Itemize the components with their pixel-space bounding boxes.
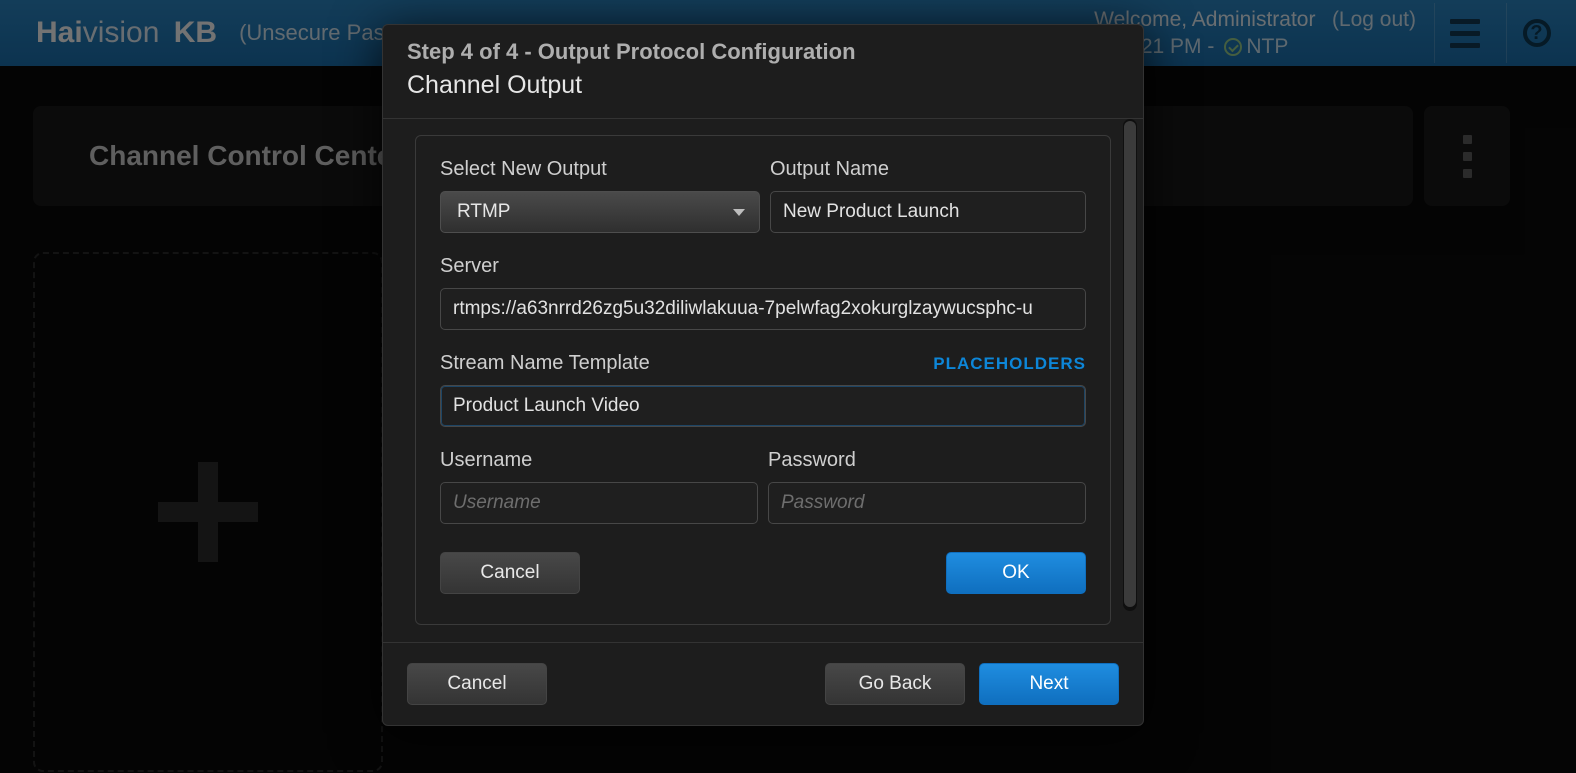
username-label: Username — [440, 449, 758, 472]
inner-ok-button[interactable]: OK — [946, 552, 1086, 594]
password-input[interactable] — [768, 482, 1086, 524]
footer-next-button[interactable]: Next — [979, 663, 1119, 705]
output-type-value: RTMP — [457, 201, 510, 223]
output-name-label: Output Name — [770, 158, 1086, 181]
form-scrollbar[interactable] — [1123, 119, 1137, 611]
dialog-header: Step 4 of 4 - Output Protocol Configurat… — [383, 25, 1143, 119]
output-config-dialog: Step 4 of 4 - Output Protocol Configurat… — [382, 24, 1144, 726]
dialog-title: Channel Output — [407, 71, 1119, 100]
dialog-footer: Cancel Go Back Next — [383, 642, 1143, 725]
server-label: Server — [440, 255, 1086, 278]
stream-template-label: Stream Name Template — [440, 352, 650, 375]
select-output-label: Select New Output — [440, 158, 760, 181]
footer-cancel-button[interactable]: Cancel — [407, 663, 547, 705]
scrollbar-thumb[interactable] — [1124, 121, 1136, 607]
stream-template-input[interactable] — [440, 385, 1086, 427]
username-input[interactable] — [440, 482, 758, 524]
placeholders-link[interactable]: PLACEHOLDERS — [933, 354, 1086, 374]
server-input[interactable] — [440, 288, 1086, 330]
inner-cancel-button[interactable]: Cancel — [440, 552, 580, 594]
dialog-step: Step 4 of 4 - Output Protocol Configurat… — [407, 39, 1119, 65]
form-panel: Select New Output RTMP Output Name Serve… — [415, 135, 1111, 625]
dialog-body: Select New Output RTMP Output Name Serve… — [383, 119, 1143, 642]
output-name-input[interactable] — [770, 191, 1086, 233]
chevron-down-icon — [733, 209, 745, 216]
output-type-select[interactable]: RTMP — [440, 191, 760, 233]
password-label: Password — [768, 449, 1086, 472]
footer-back-button[interactable]: Go Back — [825, 663, 965, 705]
